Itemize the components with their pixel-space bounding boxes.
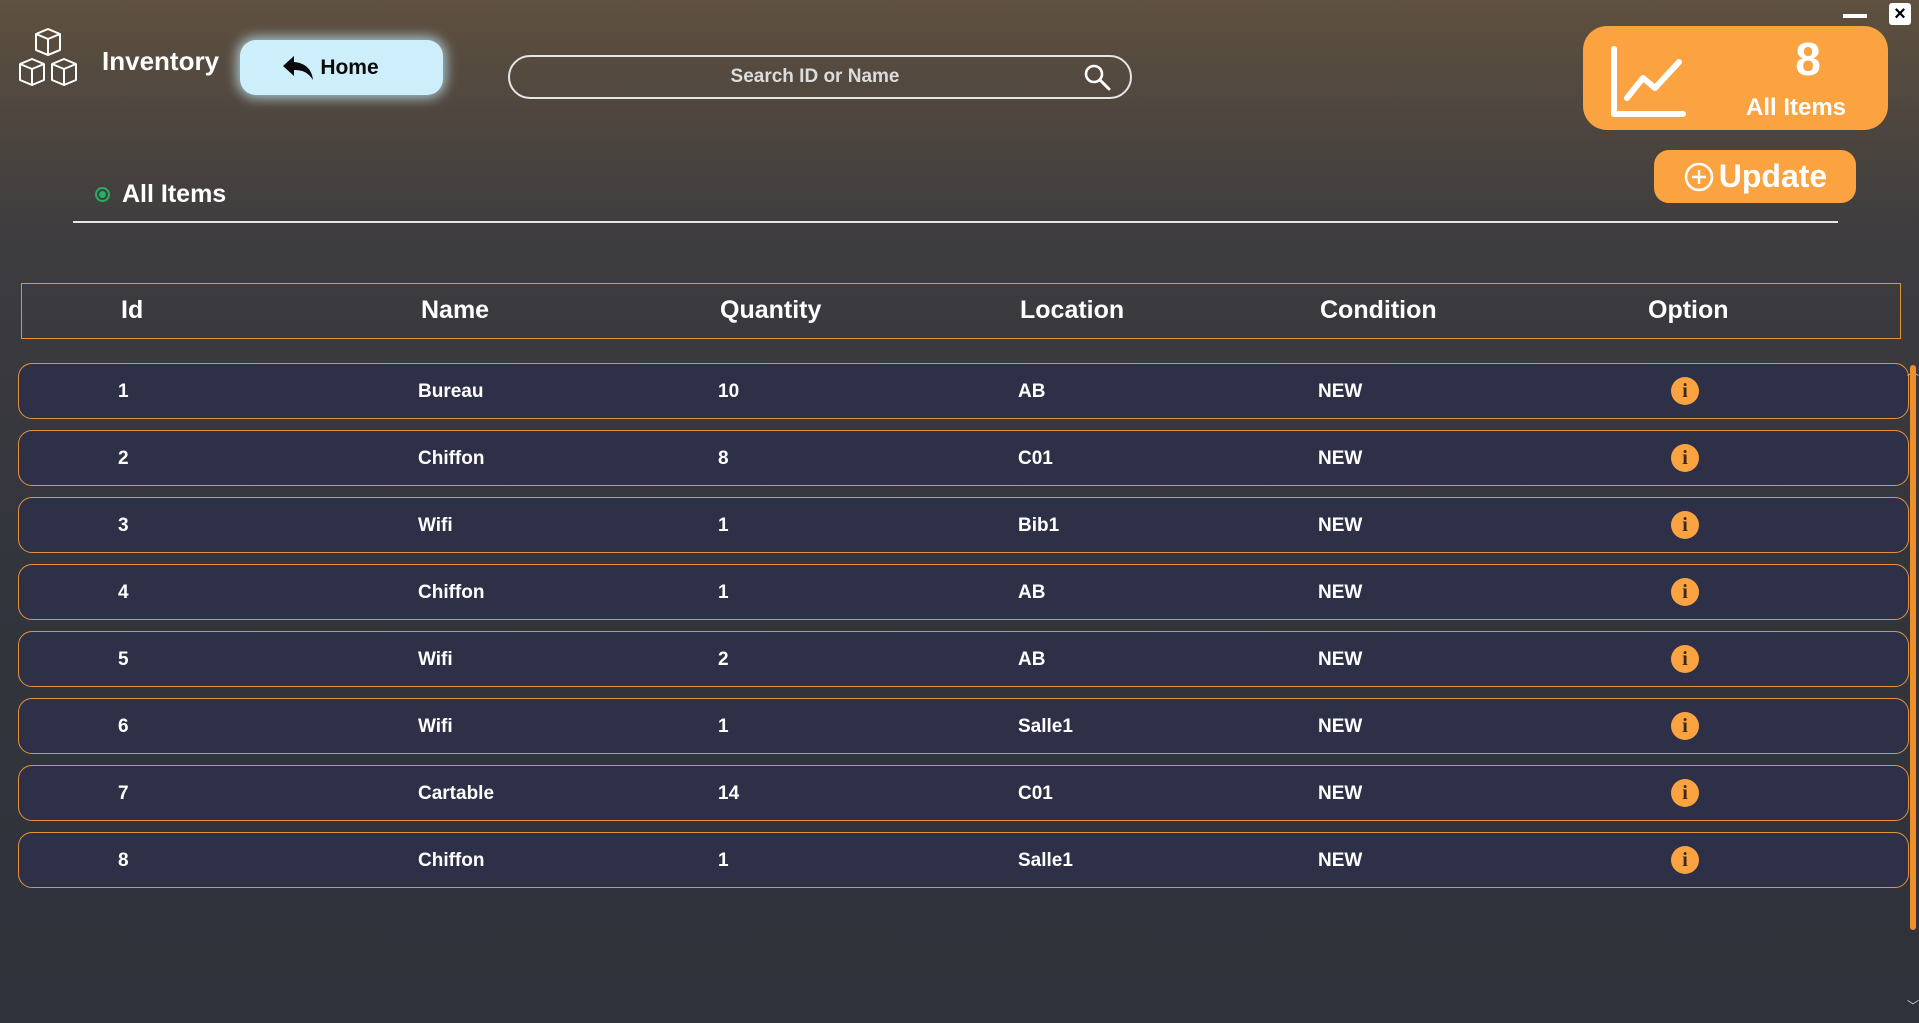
update-button-label: Update bbox=[1718, 158, 1828, 194]
table-row[interactable]: 7 Cartable 14 C01 NEW i bbox=[18, 765, 1909, 821]
cell-quantity: 1 bbox=[718, 582, 729, 603]
search-icon[interactable] bbox=[1082, 62, 1112, 92]
app-title: Inventory bbox=[102, 46, 220, 76]
minimize-icon[interactable] bbox=[1840, 6, 1870, 24]
table-row[interactable]: 1 Bureau 10 AB NEW i bbox=[18, 363, 1909, 419]
cell-condition: NEW bbox=[1318, 649, 1363, 670]
update-button[interactable]: Update bbox=[1654, 150, 1856, 203]
cell-id: 4 bbox=[118, 582, 129, 603]
cell-name: Chiffon bbox=[418, 582, 485, 603]
cell-quantity: 8 bbox=[718, 448, 729, 469]
cell-condition: NEW bbox=[1318, 783, 1363, 804]
column-header-id: Id bbox=[121, 296, 144, 324]
reply-arrow-icon bbox=[283, 55, 314, 80]
table-header: Id Name Quantity Location Condition Opti… bbox=[21, 283, 1901, 339]
home-button[interactable]: Home bbox=[240, 40, 443, 95]
cell-id: 6 bbox=[118, 716, 129, 737]
cell-id: 7 bbox=[118, 783, 129, 804]
cell-location: Salle1 bbox=[1018, 850, 1073, 871]
cell-name: Chiffon bbox=[418, 448, 485, 469]
tab-all-items[interactable]: All Items bbox=[95, 180, 226, 209]
search-bar bbox=[508, 55, 1132, 99]
home-button-label: Home bbox=[320, 55, 379, 79]
info-icon[interactable]: i bbox=[1671, 511, 1699, 539]
table-row[interactable]: 2 Chiffon 8 C01 NEW i bbox=[18, 430, 1909, 486]
boxes-icon bbox=[19, 28, 77, 86]
close-icon[interactable]: × bbox=[1889, 3, 1911, 25]
cell-condition: NEW bbox=[1318, 448, 1363, 469]
plus-circle-icon bbox=[1684, 162, 1714, 191]
column-header-name: Name bbox=[421, 296, 490, 324]
cell-id: 5 bbox=[118, 649, 129, 670]
column-header-location: Location bbox=[1020, 296, 1125, 324]
cell-location: Bib1 bbox=[1018, 515, 1060, 536]
info-icon[interactable]: i bbox=[1671, 645, 1699, 673]
cell-name: Wifi bbox=[418, 515, 453, 536]
cell-location: Salle1 bbox=[1018, 716, 1073, 737]
info-icon[interactable]: i bbox=[1671, 846, 1699, 874]
cell-location: AB bbox=[1018, 649, 1046, 670]
cell-condition: NEW bbox=[1318, 850, 1363, 871]
cell-condition: NEW bbox=[1318, 716, 1363, 737]
cell-condition: NEW bbox=[1318, 515, 1363, 536]
cell-quantity: 1 bbox=[718, 515, 729, 536]
cell-location: C01 bbox=[1018, 783, 1053, 804]
cell-location: AB bbox=[1018, 381, 1046, 402]
scrollbar-thumb[interactable] bbox=[1910, 365, 1916, 930]
trend-chart-icon bbox=[1611, 46, 1686, 117]
info-icon[interactable]: i bbox=[1671, 578, 1699, 606]
cell-id: 8 bbox=[118, 850, 129, 871]
search-input[interactable] bbox=[510, 65, 1082, 89]
table-row[interactable]: 8 Chiffon 1 Salle1 NEW i bbox=[18, 832, 1909, 888]
cell-condition: NEW bbox=[1318, 582, 1363, 603]
items-count-label: All Items bbox=[1745, 94, 1847, 121]
cell-quantity: 1 bbox=[718, 716, 729, 737]
info-icon[interactable]: i bbox=[1671, 779, 1699, 807]
section-divider bbox=[73, 221, 1838, 223]
cell-id: 1 bbox=[118, 381, 129, 402]
cell-quantity: 14 bbox=[718, 783, 740, 804]
radio-selected-icon bbox=[95, 187, 110, 202]
all-items-count-card: 8 All Items bbox=[1583, 26, 1888, 130]
cell-name: Wifi bbox=[418, 716, 453, 737]
items-count: 8 bbox=[1795, 33, 1821, 85]
cell-name: Cartable bbox=[418, 783, 495, 804]
cell-id: 2 bbox=[118, 448, 129, 469]
column-header-quantity: Quantity bbox=[720, 296, 822, 324]
cell-name: Chiffon bbox=[418, 850, 485, 871]
table-row[interactable]: 6 Wifi 1 Salle1 NEW i bbox=[18, 698, 1909, 754]
cell-name: Wifi bbox=[418, 649, 453, 670]
cell-quantity: 2 bbox=[718, 649, 729, 670]
cell-quantity: 10 bbox=[718, 381, 740, 402]
table-row[interactable]: 3 Wifi 1 Bib1 NEW i bbox=[18, 497, 1909, 553]
info-icon[interactable]: i bbox=[1671, 712, 1699, 740]
cell-name: Bureau bbox=[418, 381, 484, 402]
cell-location: C01 bbox=[1018, 448, 1053, 469]
cell-condition: NEW bbox=[1318, 381, 1363, 402]
items-table-body: 1 Bureau 10 AB NEW i 2 Chiffon 8 C01 NEW… bbox=[18, 363, 1909, 899]
column-header-condition: Condition bbox=[1320, 296, 1437, 324]
table-row[interactable]: 5 Wifi 2 AB NEW i bbox=[18, 631, 1909, 687]
cell-id: 3 bbox=[118, 515, 129, 536]
table-row[interactable]: 4 Chiffon 1 AB NEW i bbox=[18, 564, 1909, 620]
scroll-down-arrow[interactable]: ﹀ bbox=[1907, 997, 1919, 1014]
column-header-option: Option bbox=[1648, 296, 1729, 324]
tab-all-items-label: All Items bbox=[122, 180, 227, 208]
cell-location: AB bbox=[1018, 582, 1046, 603]
cell-quantity: 1 bbox=[718, 850, 729, 871]
info-icon[interactable]: i bbox=[1671, 444, 1699, 472]
info-icon[interactable]: i bbox=[1671, 377, 1699, 405]
